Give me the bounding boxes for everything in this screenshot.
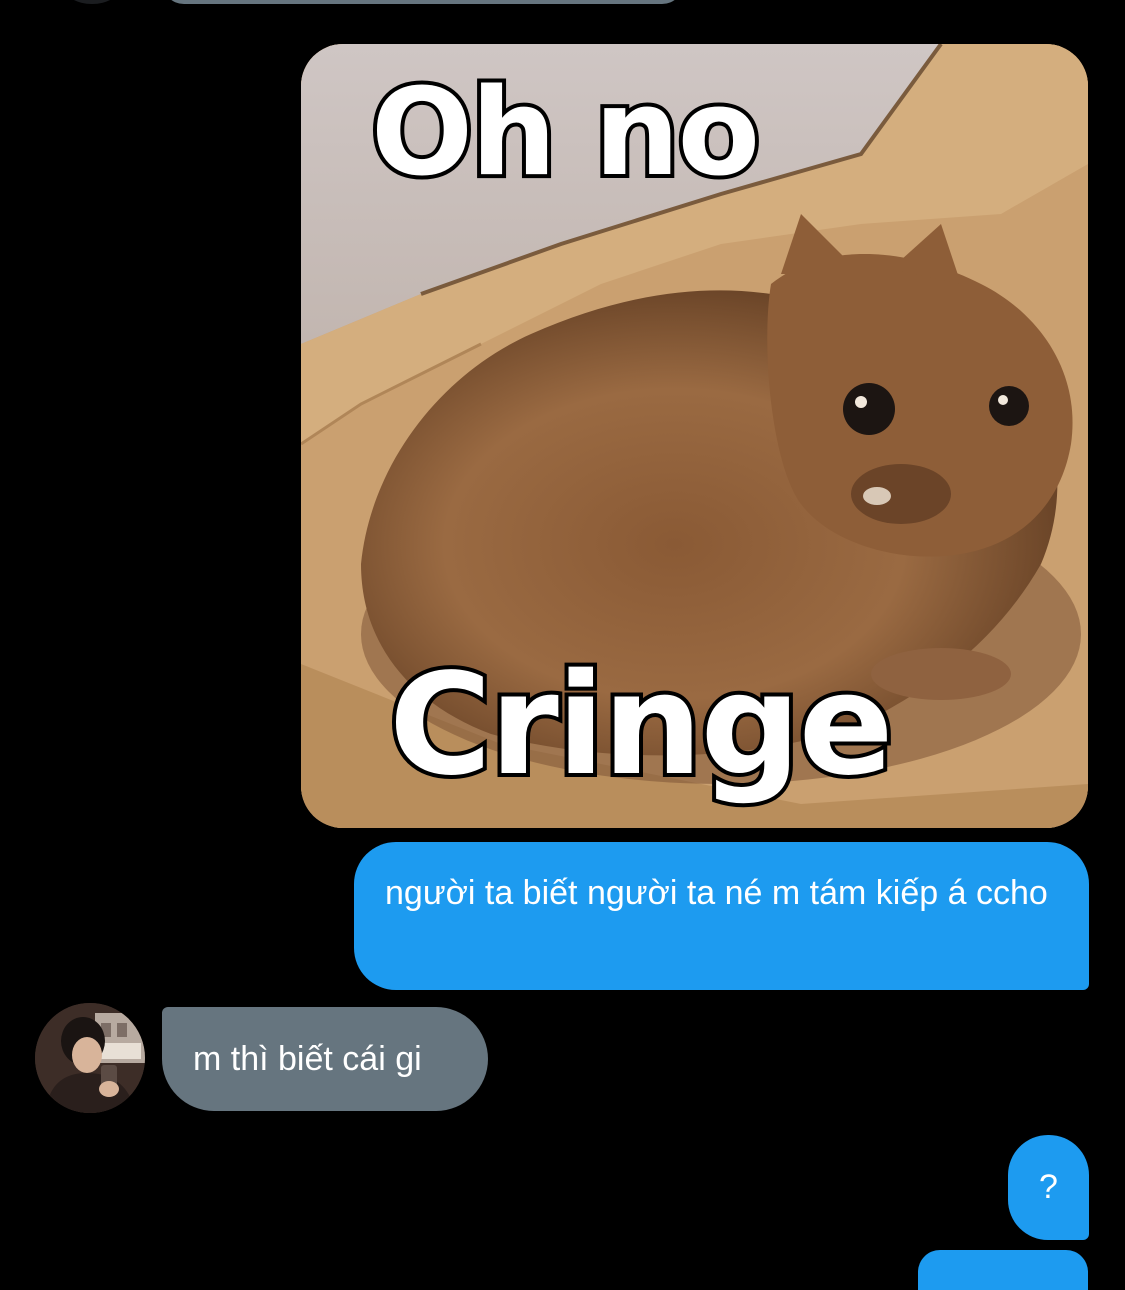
sent-message-bubble[interactable]: người ta biết người ta né m tám kiếp á c… xyxy=(354,842,1089,990)
message-text: ? xyxy=(1039,1168,1058,1206)
partial-avatar-previous xyxy=(64,0,120,4)
meme-caption-top: Oh no xyxy=(367,60,764,207)
message-text: người ta biết người ta né m tám kiếp á c… xyxy=(385,874,1048,912)
meme-caption-bottom: Cringe xyxy=(385,640,898,811)
user-avatar-photo-icon xyxy=(35,1003,145,1113)
avatar[interactable] xyxy=(35,1003,145,1113)
next-sent-bubble[interactable] xyxy=(918,1250,1088,1290)
sent-message-bubble-question[interactable]: ? xyxy=(1008,1135,1089,1240)
previous-received-bubble[interactable] xyxy=(162,0,684,4)
meme-image-message[interactable]: Oh no Cringe xyxy=(301,44,1088,828)
message-text: m thì biết cái gi xyxy=(193,1040,422,1078)
received-message-bubble[interactable]: m thì biết cái gi xyxy=(162,1007,488,1111)
